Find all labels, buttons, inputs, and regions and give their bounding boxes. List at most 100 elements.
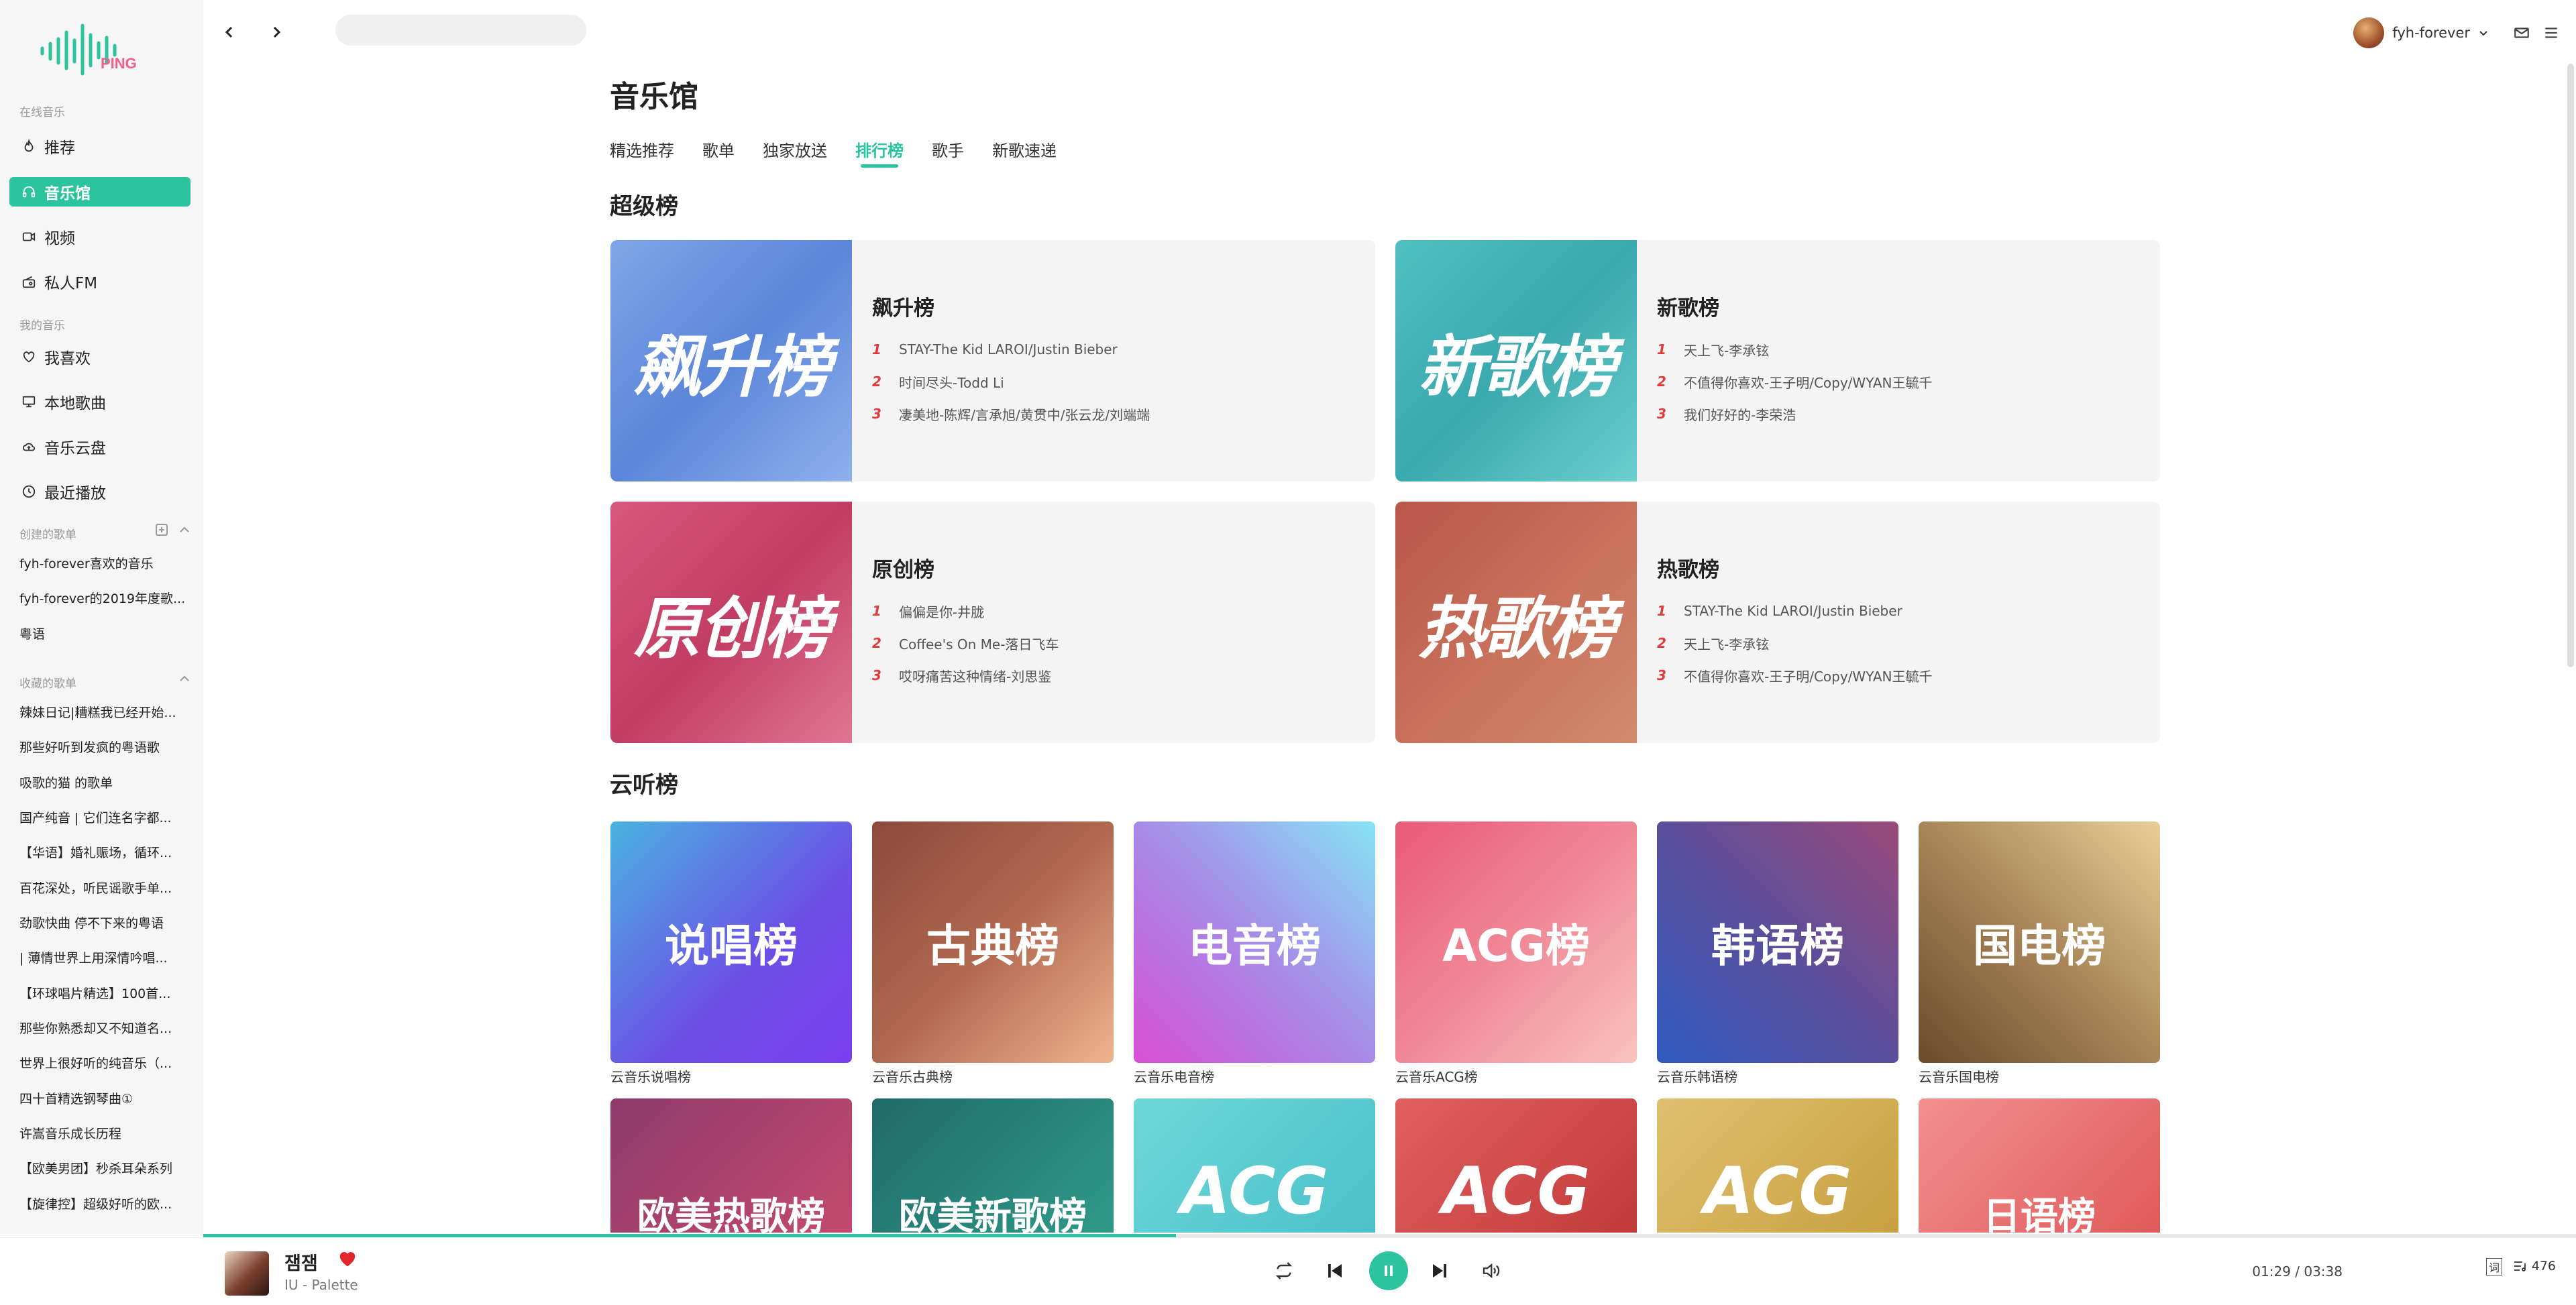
chart-tile-acg-2[interactable]: ACG	[1395, 1098, 1637, 1233]
tab-featured[interactable]: 精选推荐	[610, 137, 674, 167]
chart-tile-label[interactable]: 云音乐ACG榜	[1395, 1066, 1478, 1086]
collapse-up-icon[interactable]	[178, 523, 191, 536]
chart-card-original[interactable]: 原创榜 原创榜 1 偏偏是你-井胧 2 Coffee's On Me-落日飞车 3 哎…	[610, 502, 1375, 743]
chart-cover[interactable]: 热歌榜	[1395, 502, 1637, 743]
chart-tile-western-new[interactable]: 欧美新歌榜	[872, 1098, 1114, 1233]
volume-button[interactable]	[1479, 1259, 1503, 1283]
chart-tile-acg[interactable]: ACG榜	[1395, 821, 1637, 1063]
chart-name[interactable]: 飙升榜	[872, 291, 1150, 321]
chart-tile-classical[interactable]: 古典榜	[872, 821, 1114, 1063]
back-button[interactable]	[217, 20, 241, 44]
sidebar-item-cloud[interactable]: 音乐云盘	[9, 432, 191, 461]
menu-icon[interactable]	[2542, 24, 2560, 42]
playlist-item[interactable]: fyh-forever的2019年度歌...	[19, 589, 187, 607]
sidebar-item-recommend[interactable]: 推荐	[9, 131, 191, 161]
chart-tile-rap[interactable]: 说唱榜	[610, 821, 852, 1063]
chart-tile-national-electronic[interactable]: 国电榜	[1919, 821, 2160, 1063]
chart-tile-text: 欧美热歌榜	[637, 1195, 825, 1233]
playlist-item[interactable]: 那些你熟悉却又不知道名...	[19, 1019, 187, 1037]
chart-cover[interactable]: 飙升榜	[610, 240, 852, 481]
chart-tile-label[interactable]: 云音乐国电榜	[1919, 1066, 1999, 1086]
mail-icon[interactable]	[2513, 24, 2530, 42]
now-playing-artist[interactable]: IU - Palette	[284, 1277, 358, 1293]
chart-card-hot[interactable]: 热歌榜 热歌榜 1 STAY-The Kid LAROI/Justin Biebe…	[1395, 502, 2160, 743]
chart-cover[interactable]: 新歌榜	[1395, 240, 1637, 481]
heart-icon[interactable]	[337, 1249, 358, 1269]
cloud-icon	[22, 443, 36, 451]
add-playlist-icon[interactable]	[155, 523, 168, 536]
track-row[interactable]: 2 时间尽头-Todd Li	[872, 365, 1150, 398]
track-row[interactable]: 2 Coffee's On Me-落日飞车	[872, 627, 1059, 659]
search-input[interactable]	[335, 15, 586, 46]
playlist-item[interactable]: 许嵩音乐成长历程	[19, 1124, 187, 1142]
track-row[interactable]: 1 STAY-The Kid LAROI/Justin Bieber	[1657, 595, 1933, 627]
track-row[interactable]: 3 我们好好的-李荣浩	[1657, 398, 1933, 430]
playlist-item[interactable]: 世界上很好听的纯音乐（...	[19, 1054, 187, 1072]
now-playing-title[interactable]: 잼잼	[284, 1249, 318, 1275]
track-row[interactable]: 1 偏偏是你-井胧	[872, 595, 1059, 627]
repeat-button[interactable]	[1272, 1259, 1296, 1283]
tab-artists[interactable]: 歌手	[932, 137, 964, 167]
track-row[interactable]: 2 天上飞-李承铉	[1657, 627, 1933, 659]
chart-name[interactable]: 热歌榜	[1657, 553, 1933, 583]
sidebar-item-video[interactable]: 视频	[9, 222, 191, 251]
playlist-item[interactable]: 【华语】婚礼赈场，循环...	[19, 843, 187, 861]
chart-tile-label[interactable]: 云音乐说唱榜	[610, 1066, 691, 1086]
tab-new-songs[interactable]: 新歌速递	[992, 137, 1057, 167]
chart-card-rising[interactable]: 飙升榜 飙升榜 1 STAY-The Kid LAROI/Justin Biebe…	[610, 240, 1375, 481]
playlist-item[interactable]: 【环球唱片精选】100首...	[19, 984, 187, 1002]
track-row[interactable]: 2 不值得你喜欢-王子明/Copy/WYAN王毓千	[1657, 365, 1933, 398]
radio-icon	[22, 276, 36, 288]
collapse-up-icon[interactable]	[178, 672, 191, 685]
playlist-item[interactable]: 【欧美男团】秒杀耳朵系列	[19, 1159, 187, 1177]
user-menu[interactable]: fyh-forever	[2353, 17, 2489, 48]
next-button[interactable]	[1428, 1259, 1452, 1283]
sidebar-item-local[interactable]: 本地歌曲	[9, 387, 191, 416]
chart-tile-electronic[interactable]: 电音榜	[1134, 821, 1375, 1063]
chart-name[interactable]: 原创榜	[872, 553, 1059, 583]
chart-tile-japanese[interactable]: 日语榜	[1919, 1098, 2160, 1233]
sidebar-item-music-hall[interactable]: 音乐馆	[9, 177, 191, 207]
playlist-item[interactable]: 劲歌快曲 停不下来的粤语	[19, 913, 187, 931]
app-logo[interactable]: PING	[37, 20, 144, 77]
playlist-item[interactable]: 百花深处，听民谣歌手单...	[19, 878, 187, 897]
track-row[interactable]: 1 天上飞-李承铉	[1657, 333, 1933, 365]
chart-tile-western-hot[interactable]: 欧美热歌榜	[610, 1098, 852, 1233]
forward-button[interactable]	[264, 20, 288, 44]
playlist-item[interactable]: 吸歌的猫 的歌单	[19, 773, 187, 791]
previous-button[interactable]	[1323, 1259, 1347, 1283]
sidebar-item-liked[interactable]: 我喜欢	[9, 342, 191, 372]
pause-button[interactable]	[1369, 1251, 1408, 1290]
scrollbar[interactable]	[2567, 64, 2574, 667]
playlist-item[interactable]: | 薄情世界上用深情吟唱...	[19, 948, 187, 966]
now-playing-cover[interactable]	[225, 1251, 269, 1296]
lyrics-button[interactable]: 词	[2485, 1258, 2502, 1275]
playlist-item[interactable]: fyh-forever喜欢的音乐	[19, 554, 187, 572]
sidebar-item-fm[interactable]: 私人FM	[9, 267, 191, 296]
chart-tile-korean[interactable]: 韩语榜	[1657, 821, 1898, 1063]
playlist-item[interactable]: 辣妹日记|糟糕我已经开始...	[19, 703, 187, 721]
chart-tile-label[interactable]: 云音乐韩语榜	[1657, 1066, 1737, 1086]
tab-playlists[interactable]: 歌单	[702, 137, 735, 167]
playlist-item[interactable]: 四十首精选钢琴曲①	[19, 1089, 187, 1107]
playlist-item[interactable]: 国产纯音 | 它们连名字都...	[19, 808, 187, 826]
sidebar-item-recent[interactable]: 最近播放	[9, 477, 191, 506]
playlist-item[interactable]: 【旋律控】超级好听的欧...	[19, 1194, 187, 1212]
chart-tile-label[interactable]: 云音乐电音榜	[1134, 1066, 1214, 1086]
playlist-item[interactable]: 那些好听到发疯的粤语歌	[19, 738, 187, 756]
chart-name[interactable]: 新歌榜	[1657, 291, 1933, 321]
track-row[interactable]: 3 凄美地-陈辉/言承旭/黄贯中/张云龙/刘端端	[872, 398, 1150, 430]
chart-card-new[interactable]: 新歌榜 新歌榜 1 天上飞-李承铉 2 不值得你喜欢-王子明/Copy/WYAN王毓…	[1395, 240, 2160, 481]
tab-exclusive[interactable]: 独家放送	[763, 137, 827, 167]
track-row[interactable]: 1 STAY-The Kid LAROI/Justin Bieber	[872, 333, 1150, 365]
track-row[interactable]: 3 哎呀痛苦这种情绪-刘思鉴	[872, 659, 1059, 691]
tab-charts[interactable]: 排行榜	[855, 137, 904, 168]
playlist-button[interactable]: 476	[2512, 1258, 2556, 1274]
chart-tile-label[interactable]: 云音乐古典榜	[872, 1066, 953, 1086]
chart-tile-acg-1[interactable]: ACG	[1134, 1098, 1375, 1233]
playlist-item[interactable]: 粤语	[19, 624, 187, 642]
chart-tile-acg-3[interactable]: ACG	[1657, 1098, 1898, 1233]
avatar[interactable]	[2353, 17, 2385, 48]
chart-cover[interactable]: 原创榜	[610, 502, 852, 743]
track-row[interactable]: 3 不值得你喜欢-王子明/Copy/WYAN王毓千	[1657, 659, 1933, 691]
